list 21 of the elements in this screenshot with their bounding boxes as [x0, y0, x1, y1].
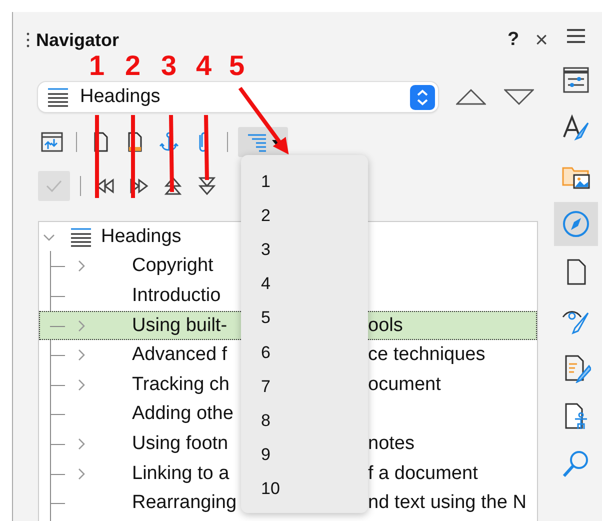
callout-number: 5	[229, 50, 245, 82]
tree-item: ools	[368, 314, 403, 337]
panel-title: Navigator	[36, 30, 120, 50]
tree-item: Rearranging	[132, 492, 237, 514]
tree-item: Copyright	[132, 255, 214, 278]
tree-item: Using built-	[132, 314, 228, 337]
tree-item: nd text using the N	[368, 492, 526, 514]
tree-item: notes	[368, 432, 414, 455]
callout-number: 4	[196, 50, 212, 82]
callout-number: 1	[89, 50, 105, 82]
tree-item: Introductio	[132, 284, 221, 307]
tree-item: ce techniques	[368, 344, 486, 366]
tree-item: Advanced f	[132, 344, 228, 366]
callout-number: 3	[161, 50, 177, 82]
tree-item: Adding othe	[132, 403, 234, 426]
tree-item: Tracking ch	[132, 374, 230, 396]
tree-item: Using footn	[132, 432, 228, 455]
tree-item: f a document	[368, 462, 478, 485]
callout-number: 2	[125, 50, 141, 82]
tree-item: Linking to a	[132, 462, 230, 485]
tree-item: ocument	[368, 374, 441, 396]
